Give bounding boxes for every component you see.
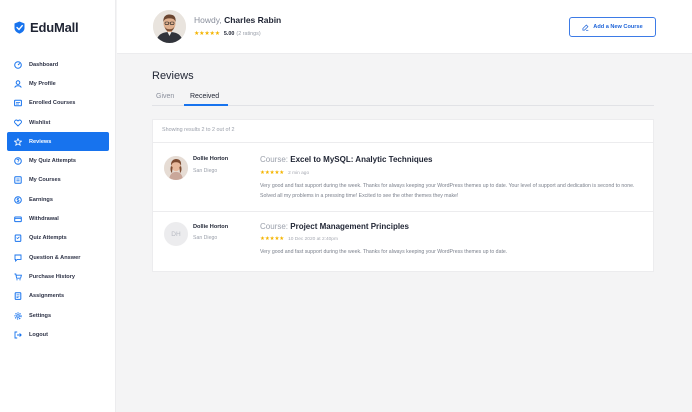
sidebar-item-dashboard[interactable]: Dashboard: [7, 55, 109, 74]
assignment-icon: [14, 292, 22, 301]
review-course[interactable]: Course: Excel to MySQL: Analytic Techniq…: [260, 155, 433, 164]
course-prefix: Course:: [260, 222, 289, 231]
course-title: Excel to MySQL: Analytic Techniques: [290, 155, 433, 164]
rating-score: 5.00: [223, 30, 235, 37]
review-text: Very good and fast support during the we…: [260, 249, 508, 255]
clipboard-icon: [14, 234, 22, 243]
reviews-panel: Showing results 2 to 2 out of 2 Dollie H…: [152, 119, 654, 272]
reviewer-avatar[interactable]: DH: [164, 222, 188, 246]
sidebar-item-label: Dashboard: [29, 61, 59, 68]
brand-name: EduMall: [30, 19, 79, 35]
heart-icon: [14, 119, 22, 127]
add-new-course-button[interactable]: Add a New Course: [569, 17, 656, 37]
sidebar-item-my-courses[interactable]: My Courses: [7, 171, 109, 190]
header-rating: ★★★★★ 5.00 (2 ratings): [194, 30, 261, 38]
review-text: Very good and fast support during the we…: [260, 183, 635, 199]
greeting: Howdy, Charles Rabin: [194, 15, 281, 25]
review-date: 10 Dec 2020 at 2:40pm: [288, 236, 338, 242]
sidebar-item-label: My Courses: [29, 177, 61, 184]
review-stars-icon: ★★★★★: [260, 170, 285, 176]
sidebar-item-label: My Quiz Attempts: [29, 158, 77, 165]
sidebar-item-label: Enrolled Courses: [29, 100, 76, 107]
star-icon: [14, 137, 22, 146]
sidebar-item-label: My Profile: [29, 80, 56, 87]
sidebar-item-label: Settings: [29, 312, 52, 319]
review-stars-icon: ★★★★★: [260, 236, 285, 242]
user-icon: [14, 80, 22, 88]
sidebar-nav: Dashboard My Profile Enrolled Courses Wi…: [7, 55, 109, 344]
add-new-course-label: Add a New Course: [593, 24, 643, 30]
sidebar-item-my-quiz-attempts[interactable]: My Quiz Attempts: [7, 151, 109, 170]
sidebar-item-assignments[interactable]: Assignments: [7, 287, 109, 306]
top-header: Howdy, Charles Rabin ★★★★★ 5.00 (2 ratin…: [117, 0, 692, 54]
book-icon: [14, 176, 22, 185]
sidebar-item-label: Purchase History: [29, 273, 76, 280]
logout-icon: [14, 331, 22, 339]
sidebar: EduMall Dashboard My Profile Enrolled Co…: [0, 0, 116, 412]
user-avatar[interactable]: [153, 10, 186, 43]
reviewer-name: Dollie Horton: [193, 224, 229, 230]
active-tab-indicator: [184, 104, 228, 106]
reviewer-name: Dollie Horton: [193, 156, 229, 162]
review-date: 2 min ago: [288, 170, 310, 176]
reviewer-initials: DH: [171, 230, 181, 238]
sidebar-item-label: Question & Answer: [29, 254, 81, 261]
review-tabs: Given Received: [152, 91, 654, 106]
sidebar-item-label: Wishlist: [29, 119, 51, 126]
reviewer-location: San Diego: [193, 168, 218, 174]
greeting-prefix: Howdy,: [194, 15, 222, 25]
withdraw-icon: [14, 215, 22, 223]
sidebar-item-question-answer[interactable]: Question & Answer: [7, 248, 109, 267]
sidebar-item-label: Earnings: [29, 196, 53, 203]
sidebar-item-logout[interactable]: Logout: [7, 325, 109, 344]
sidebar-item-label: Reviews: [29, 138, 52, 145]
chat-icon: [14, 254, 22, 262]
page-title: Reviews: [152, 70, 194, 82]
courses-icon: [14, 99, 22, 107]
dollar-icon: [14, 195, 22, 204]
dashboard-icon: [14, 60, 22, 69]
tab-given[interactable]: Given: [156, 93, 174, 100]
course-prefix: Course:: [260, 155, 289, 164]
shield-logo-icon: [14, 21, 25, 34]
review-meta: ★★★★★ 2 min ago: [260, 170, 309, 176]
quiz-icon: [14, 157, 22, 165]
sidebar-item-reviews[interactable]: Reviews: [7, 132, 109, 152]
sidebar-item-wishlist[interactable]: Wishlist: [7, 113, 109, 132]
sidebar-item-settings[interactable]: Settings: [7, 306, 109, 325]
tab-received[interactable]: Received: [190, 93, 219, 100]
rating-count: (2 ratings): [236, 30, 261, 37]
sidebar-item-enrolled-courses[interactable]: Enrolled Courses: [7, 94, 109, 113]
add-course-icon: [582, 24, 589, 31]
sidebar-item-withdrawal[interactable]: Withdrawal: [7, 209, 109, 228]
sidebar-item-my-profile[interactable]: My Profile: [7, 74, 109, 93]
reviewer-location: San Diego: [193, 235, 218, 241]
sidebar-item-quiz-attempts[interactable]: Quiz Attempts: [7, 229, 109, 248]
cart-icon: [14, 273, 22, 281]
review-row: Dollie Horton San Diego Course: Excel to…: [153, 143, 653, 211]
brand-logo[interactable]: EduMall: [14, 18, 79, 36]
sidebar-item-purchase-history[interactable]: Purchase History: [7, 267, 109, 286]
reviewer-avatar[interactable]: [164, 156, 188, 180]
results-count: Showing results 2 to 2 out of 2: [162, 127, 235, 133]
user-name: Charles Rabin: [224, 15, 282, 25]
gear-icon: [14, 311, 22, 320]
sidebar-item-label: Withdrawal: [29, 216, 59, 223]
sidebar-item-label: Assignments: [29, 293, 65, 300]
review-course[interactable]: Course: Project Management Principles: [260, 222, 409, 231]
rating-stars-icon: ★★★★★: [194, 31, 220, 37]
course-title: Project Management Principles: [290, 222, 409, 231]
sidebar-item-label: Quiz Attempts: [29, 235, 67, 242]
sidebar-item-label: Logout: [29, 331, 48, 338]
review-meta: ★★★★★ 10 Dec 2020 at 2:40pm: [260, 236, 338, 242]
sidebar-item-earnings[interactable]: Earnings: [7, 190, 109, 209]
review-row: DH Dollie Horton San Diego Course: Proje…: [153, 212, 653, 270]
